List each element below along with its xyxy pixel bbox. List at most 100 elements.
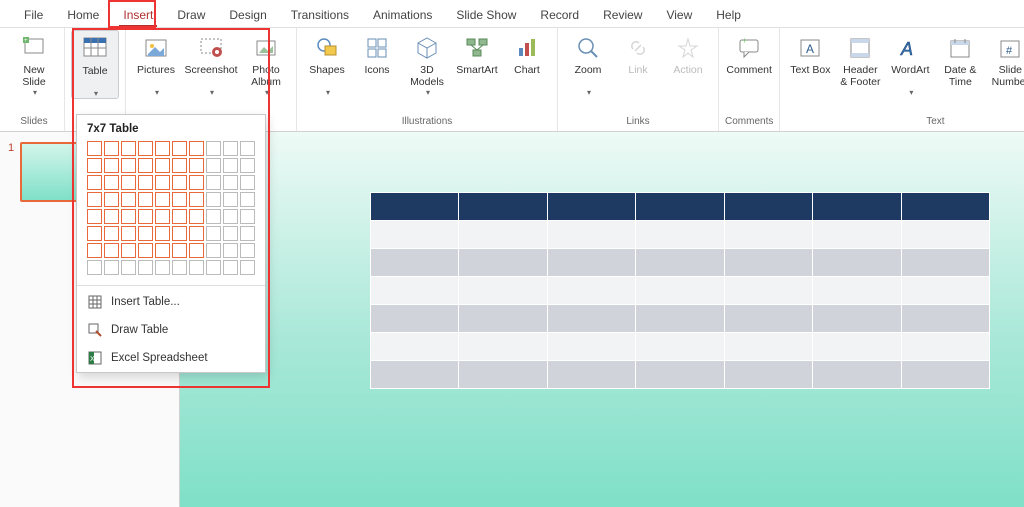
grid-cell[interactable] [104,209,119,224]
grid-cell[interactable] [240,158,255,173]
grid-cell[interactable] [189,209,204,224]
new-slide-button[interactable]: + New Slide ▾ [10,30,58,97]
grid-cell[interactable] [223,192,238,207]
grid-cell[interactable] [138,243,153,258]
table-header-cell[interactable] [636,193,724,221]
text-box-button[interactable]: A Text Box [786,30,834,88]
grid-cell[interactable] [155,260,170,275]
grid-cell[interactable] [138,141,153,156]
grid-cell[interactable] [240,192,255,207]
grid-cell[interactable] [189,141,204,156]
grid-cell[interactable] [121,243,136,258]
table-cell[interactable] [636,361,724,389]
grid-cell[interactable] [138,209,153,224]
table-cell[interactable] [371,249,459,277]
grid-cell[interactable] [172,141,187,156]
zoom-button[interactable]: Zoom ▾ [564,30,612,97]
table-cell[interactable] [459,221,547,249]
grid-cell[interactable] [121,192,136,207]
grid-cell[interactable] [87,209,102,224]
grid-cell[interactable] [87,158,102,173]
header-footer-button[interactable]: Header & Footer [836,30,884,88]
table-cell[interactable] [371,221,459,249]
table-cell[interactable] [724,361,812,389]
grid-cell[interactable] [87,260,102,275]
grid-cell[interactable] [87,175,102,190]
table-header-cell[interactable] [547,193,635,221]
table-cell[interactable] [636,249,724,277]
grid-cell[interactable] [223,141,238,156]
models-button[interactable]: 3D Models ▾ [403,30,451,97]
table-cell[interactable] [547,333,635,361]
grid-cell[interactable] [206,192,221,207]
grid-cell[interactable] [206,175,221,190]
tab-file[interactable]: File [12,2,55,26]
tab-slide-show[interactable]: Slide Show [444,2,528,26]
table-cell[interactable] [901,305,989,333]
grid-cell[interactable] [223,260,238,275]
table-cell[interactable] [724,249,812,277]
grid-cell[interactable] [104,226,119,241]
grid-cell[interactable] [240,226,255,241]
table-cell[interactable] [813,305,901,333]
tab-insert[interactable]: Insert [111,2,165,26]
table-cell[interactable] [459,277,547,305]
table-cell[interactable] [724,333,812,361]
table-cell[interactable] [901,221,989,249]
table-size-grid[interactable] [77,141,265,283]
table-cell[interactable] [724,221,812,249]
tab-view[interactable]: View [654,2,704,26]
grid-cell[interactable] [172,209,187,224]
shapes-button[interactable]: Shapes ▾ [303,30,351,97]
grid-cell[interactable] [223,226,238,241]
grid-cell[interactable] [138,158,153,173]
table-cell[interactable] [813,221,901,249]
chart-button[interactable]: Chart [503,30,551,88]
tab-animations[interactable]: Animations [361,2,444,26]
grid-cell[interactable] [172,226,187,241]
grid-cell[interactable] [138,260,153,275]
grid-cell[interactable] [240,175,255,190]
screenshot-button[interactable]: Screenshot ▾ [182,30,240,97]
grid-cell[interactable] [240,141,255,156]
icons-button[interactable]: Icons [353,30,401,88]
table-cell[interactable] [813,361,901,389]
grid-cell[interactable] [155,158,170,173]
tab-transitions[interactable]: Transitions [279,2,361,26]
insert-table-item[interactable]: Insert Table... [77,288,265,316]
tab-help[interactable]: Help [704,2,753,26]
tab-draw[interactable]: Draw [165,2,217,26]
table-cell[interactable] [636,305,724,333]
grid-cell[interactable] [87,141,102,156]
grid-cell[interactable] [87,243,102,258]
grid-cell[interactable] [155,141,170,156]
grid-cell[interactable] [121,260,136,275]
table-cell[interactable] [636,333,724,361]
table-cell[interactable] [724,305,812,333]
table-cell[interactable] [901,277,989,305]
grid-cell[interactable] [206,141,221,156]
grid-cell[interactable] [104,158,119,173]
grid-cell[interactable] [104,243,119,258]
grid-cell[interactable] [155,175,170,190]
grid-cell[interactable] [121,226,136,241]
grid-cell[interactable] [172,175,187,190]
grid-cell[interactable] [189,243,204,258]
grid-cell[interactable] [172,158,187,173]
pictures-button[interactable]: Pictures ▾ [132,30,180,97]
table-cell[interactable] [547,361,635,389]
table-header-cell[interactable] [459,193,547,221]
grid-cell[interactable] [240,260,255,275]
tab-review[interactable]: Review [591,2,654,26]
grid-cell[interactable] [206,226,221,241]
table-cell[interactable] [813,249,901,277]
grid-cell[interactable] [138,226,153,241]
grid-cell[interactable] [223,209,238,224]
table-cell[interactable] [371,277,459,305]
table-cell[interactable] [636,221,724,249]
table-cell[interactable] [901,361,989,389]
grid-cell[interactable] [87,226,102,241]
wordart-button[interactable]: A WordArt ▾ [886,30,934,97]
grid-cell[interactable] [155,192,170,207]
table-button[interactable]: Table ▾ [71,30,119,99]
